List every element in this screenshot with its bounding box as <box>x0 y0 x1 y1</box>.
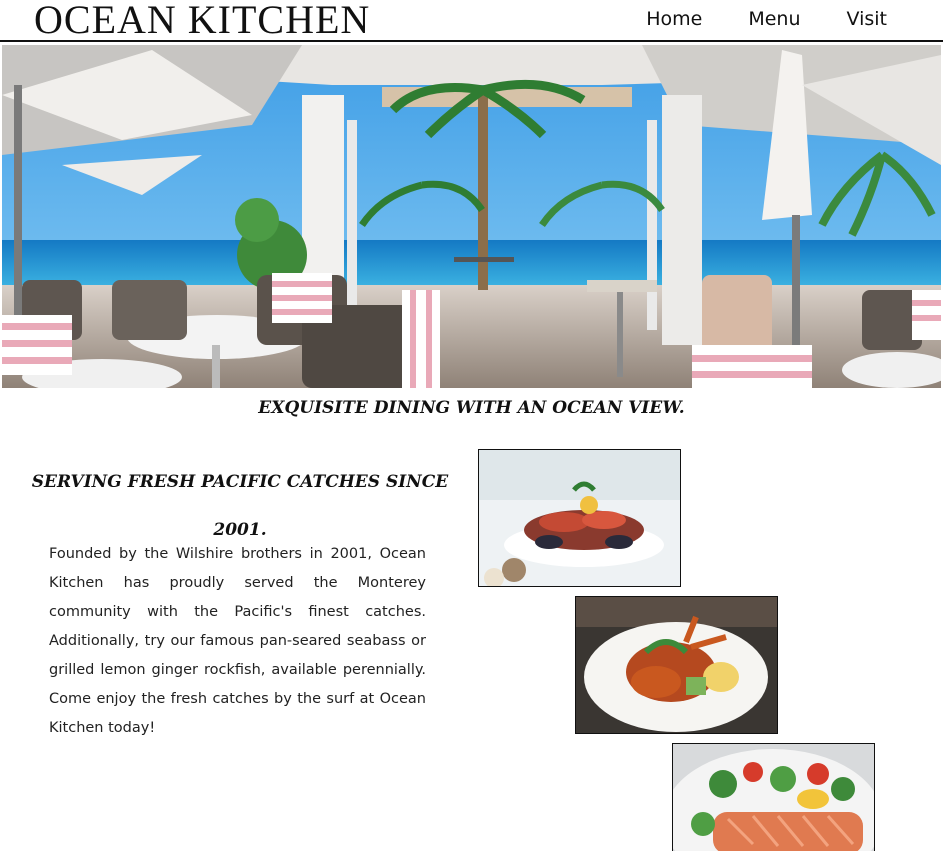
nav-menu-link[interactable]: Menu <box>748 7 800 31</box>
tagline: EXQUISITE DINING WITH AN OCEAN VIEW. <box>258 398 685 418</box>
site-header: OCEAN KITCHEN Home Menu Visit <box>0 0 943 42</box>
nav-visit-link[interactable]: Visit <box>847 7 888 31</box>
brand-logo[interactable]: OCEAN KITCHEN <box>34 0 370 40</box>
lobster-dish-photo <box>576 597 777 733</box>
about-heading-line1: SERVING FRESH PACIFIC CATCHES SINCE <box>31 472 449 492</box>
salmon-salad-photo <box>673 744 874 851</box>
hero-image <box>2 45 941 388</box>
about-heading-line2: 2001. <box>213 520 267 540</box>
seafood-platter-image <box>478 449 681 587</box>
lobster-dish-image <box>575 596 778 734</box>
main-nav: Home Menu Visit <box>600 7 887 31</box>
nav-home-link[interactable]: Home <box>646 7 702 31</box>
seafood-platter-photo <box>479 450 680 586</box>
salmon-salad-image <box>672 743 875 851</box>
restaurant-terrace-photo <box>2 45 941 388</box>
about-text: Founded by the Wilshire brothers in 2001… <box>49 546 426 736</box>
